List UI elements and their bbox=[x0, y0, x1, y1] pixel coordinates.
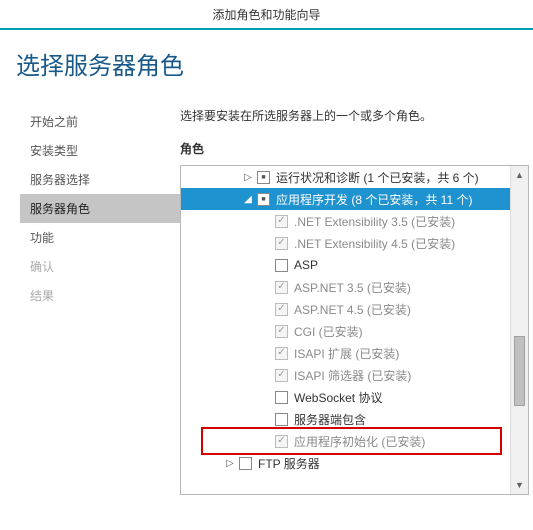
tree-row[interactable]: ◢ 应用程序开发 (8 个已安装，共 11 个) bbox=[181, 188, 510, 210]
wizard-step-4[interactable]: 功能 bbox=[20, 223, 180, 252]
tree-node-label: ASP bbox=[294, 258, 318, 272]
tree-node-label: CGI (已安装) bbox=[294, 323, 363, 340]
wizard-step-0[interactable]: 开始之前 bbox=[20, 107, 180, 136]
tree-node-label: WebSocket 协议 bbox=[294, 389, 382, 406]
tree-row[interactable]: 服务器端包含 bbox=[181, 408, 510, 430]
tree-row[interactable]: ASP.NET 3.5 (已安装) bbox=[181, 276, 510, 298]
page-title: 选择服务器角色 bbox=[0, 30, 533, 101]
tree-node-label: 服务器端包含 bbox=[294, 411, 366, 428]
tree-node-label: .NET Extensibility 3.5 (已安装) bbox=[294, 213, 455, 230]
tree-row[interactable]: ▷ FTP 服务器 bbox=[181, 452, 510, 474]
tree-checkbox bbox=[275, 237, 288, 250]
wizard-step-6: 结果 bbox=[20, 281, 180, 310]
tree-row[interactable]: ISAPI 扩展 (已安装) bbox=[181, 342, 510, 364]
tree-checkbox bbox=[275, 369, 288, 382]
tree-checkbox bbox=[275, 281, 288, 294]
main-panel: 选择要安装在所选服务器上的一个或多个角色。 角色 ▷ 运行状况和诊断 (1 个已安… bbox=[180, 101, 533, 530]
tree-row[interactable]: CGI (已安装) bbox=[181, 320, 510, 342]
wizard-step-3[interactable]: 服务器角色 bbox=[20, 194, 180, 223]
tree-checkbox[interactable] bbox=[257, 193, 270, 206]
expand-icon[interactable]: ▷ bbox=[241, 172, 255, 183]
wizard-step-label: 结果 bbox=[30, 289, 54, 303]
collapse-icon[interactable]: ◢ bbox=[241, 194, 255, 205]
tree-node-label: .NET Extensibility 4.5 (已安装) bbox=[294, 235, 455, 252]
wizard-step-label: 服务器角色 bbox=[30, 202, 90, 216]
tree-checkbox[interactable] bbox=[275, 391, 288, 404]
tree-checkbox bbox=[275, 435, 288, 448]
roles-tree-container: ▷ 运行状况和诊断 (1 个已安装，共 6 个) ◢ 应用程序开发 (8 个已安装，共… bbox=[180, 165, 529, 495]
tree-row[interactable]: WebSocket 协议 bbox=[181, 386, 510, 408]
scroll-down-arrow[interactable]: ▼ bbox=[511, 476, 528, 494]
wizard-step-label: 功能 bbox=[30, 231, 54, 245]
tree-node-label: 运行状况和诊断 (1 个已安装，共 6 个) bbox=[276, 169, 479, 186]
tree-checkbox bbox=[275, 347, 288, 360]
tree-row[interactable]: 应用程序初始化 (已安装) bbox=[181, 430, 510, 452]
tree-node-label: ISAPI 筛选器 (已安装) bbox=[294, 367, 411, 384]
expand-icon[interactable]: ▷ bbox=[223, 458, 237, 469]
wizard-step-label: 确认 bbox=[30, 260, 54, 274]
wizard-step-1[interactable]: 安装类型 bbox=[20, 136, 180, 165]
scroll-thumb[interactable] bbox=[514, 336, 525, 406]
wizard-steps-sidebar: 开始之前安装类型服务器选择服务器角色功能确认结果 bbox=[0, 101, 180, 530]
tree-checkbox[interactable] bbox=[239, 457, 252, 470]
tree-row[interactable]: ASP.NET 4.5 (已安装) bbox=[181, 298, 510, 320]
tree-checkbox[interactable] bbox=[275, 259, 288, 272]
window-title: 添加角色和功能向导 bbox=[0, 0, 533, 30]
window-title-text: 添加角色和功能向导 bbox=[212, 6, 320, 23]
roles-section-label: 角色 bbox=[180, 140, 529, 157]
roles-tree[interactable]: ▷ 运行状况和诊断 (1 个已安装，共 6 个) ◢ 应用程序开发 (8 个已安装，共… bbox=[181, 166, 510, 478]
wizard-step-label: 服务器选择 bbox=[30, 173, 90, 187]
wizard-step-label: 开始之前 bbox=[30, 115, 78, 129]
scroll-up-arrow[interactable]: ▲ bbox=[511, 166, 528, 184]
tree-checkbox[interactable] bbox=[275, 413, 288, 426]
wizard-step-label: 安装类型 bbox=[30, 144, 78, 158]
tree-node-label: ASP.NET 4.5 (已安装) bbox=[294, 301, 411, 318]
tree-row[interactable]: ▷ 运行状况和诊断 (1 个已安装，共 6 个) bbox=[181, 166, 510, 188]
tree-node-label: ASP.NET 3.5 (已安装) bbox=[294, 279, 411, 296]
tree-node-label: ISAPI 扩展 (已安装) bbox=[294, 345, 399, 362]
vertical-scrollbar[interactable]: ▲ ▼ bbox=[510, 166, 528, 494]
tree-row[interactable]: .NET Extensibility 4.5 (已安装) bbox=[181, 232, 510, 254]
tree-checkbox bbox=[275, 325, 288, 338]
wizard-step-2[interactable]: 服务器选择 bbox=[20, 165, 180, 194]
tree-node-label: 应用程序初始化 (已安装) bbox=[294, 433, 425, 450]
tree-node-label: 应用程序开发 (8 个已安装，共 11 个) bbox=[276, 191, 472, 208]
tree-checkbox[interactable] bbox=[257, 171, 270, 184]
page-title-text: 选择服务器角色 bbox=[16, 53, 184, 80]
tree-checkbox bbox=[275, 215, 288, 228]
tree-row[interactable]: ASP bbox=[181, 254, 510, 276]
tree-row[interactable]: .NET Extensibility 3.5 (已安装) bbox=[181, 210, 510, 232]
tree-row[interactable]: ISAPI 筛选器 (已安装) bbox=[181, 364, 510, 386]
instruction-text: 选择要安装在所选服务器上的一个或多个角色。 bbox=[180, 107, 529, 124]
tree-checkbox bbox=[275, 303, 288, 316]
tree-node-label: FTP 服务器 bbox=[258, 455, 320, 472]
wizard-step-5: 确认 bbox=[20, 252, 180, 281]
